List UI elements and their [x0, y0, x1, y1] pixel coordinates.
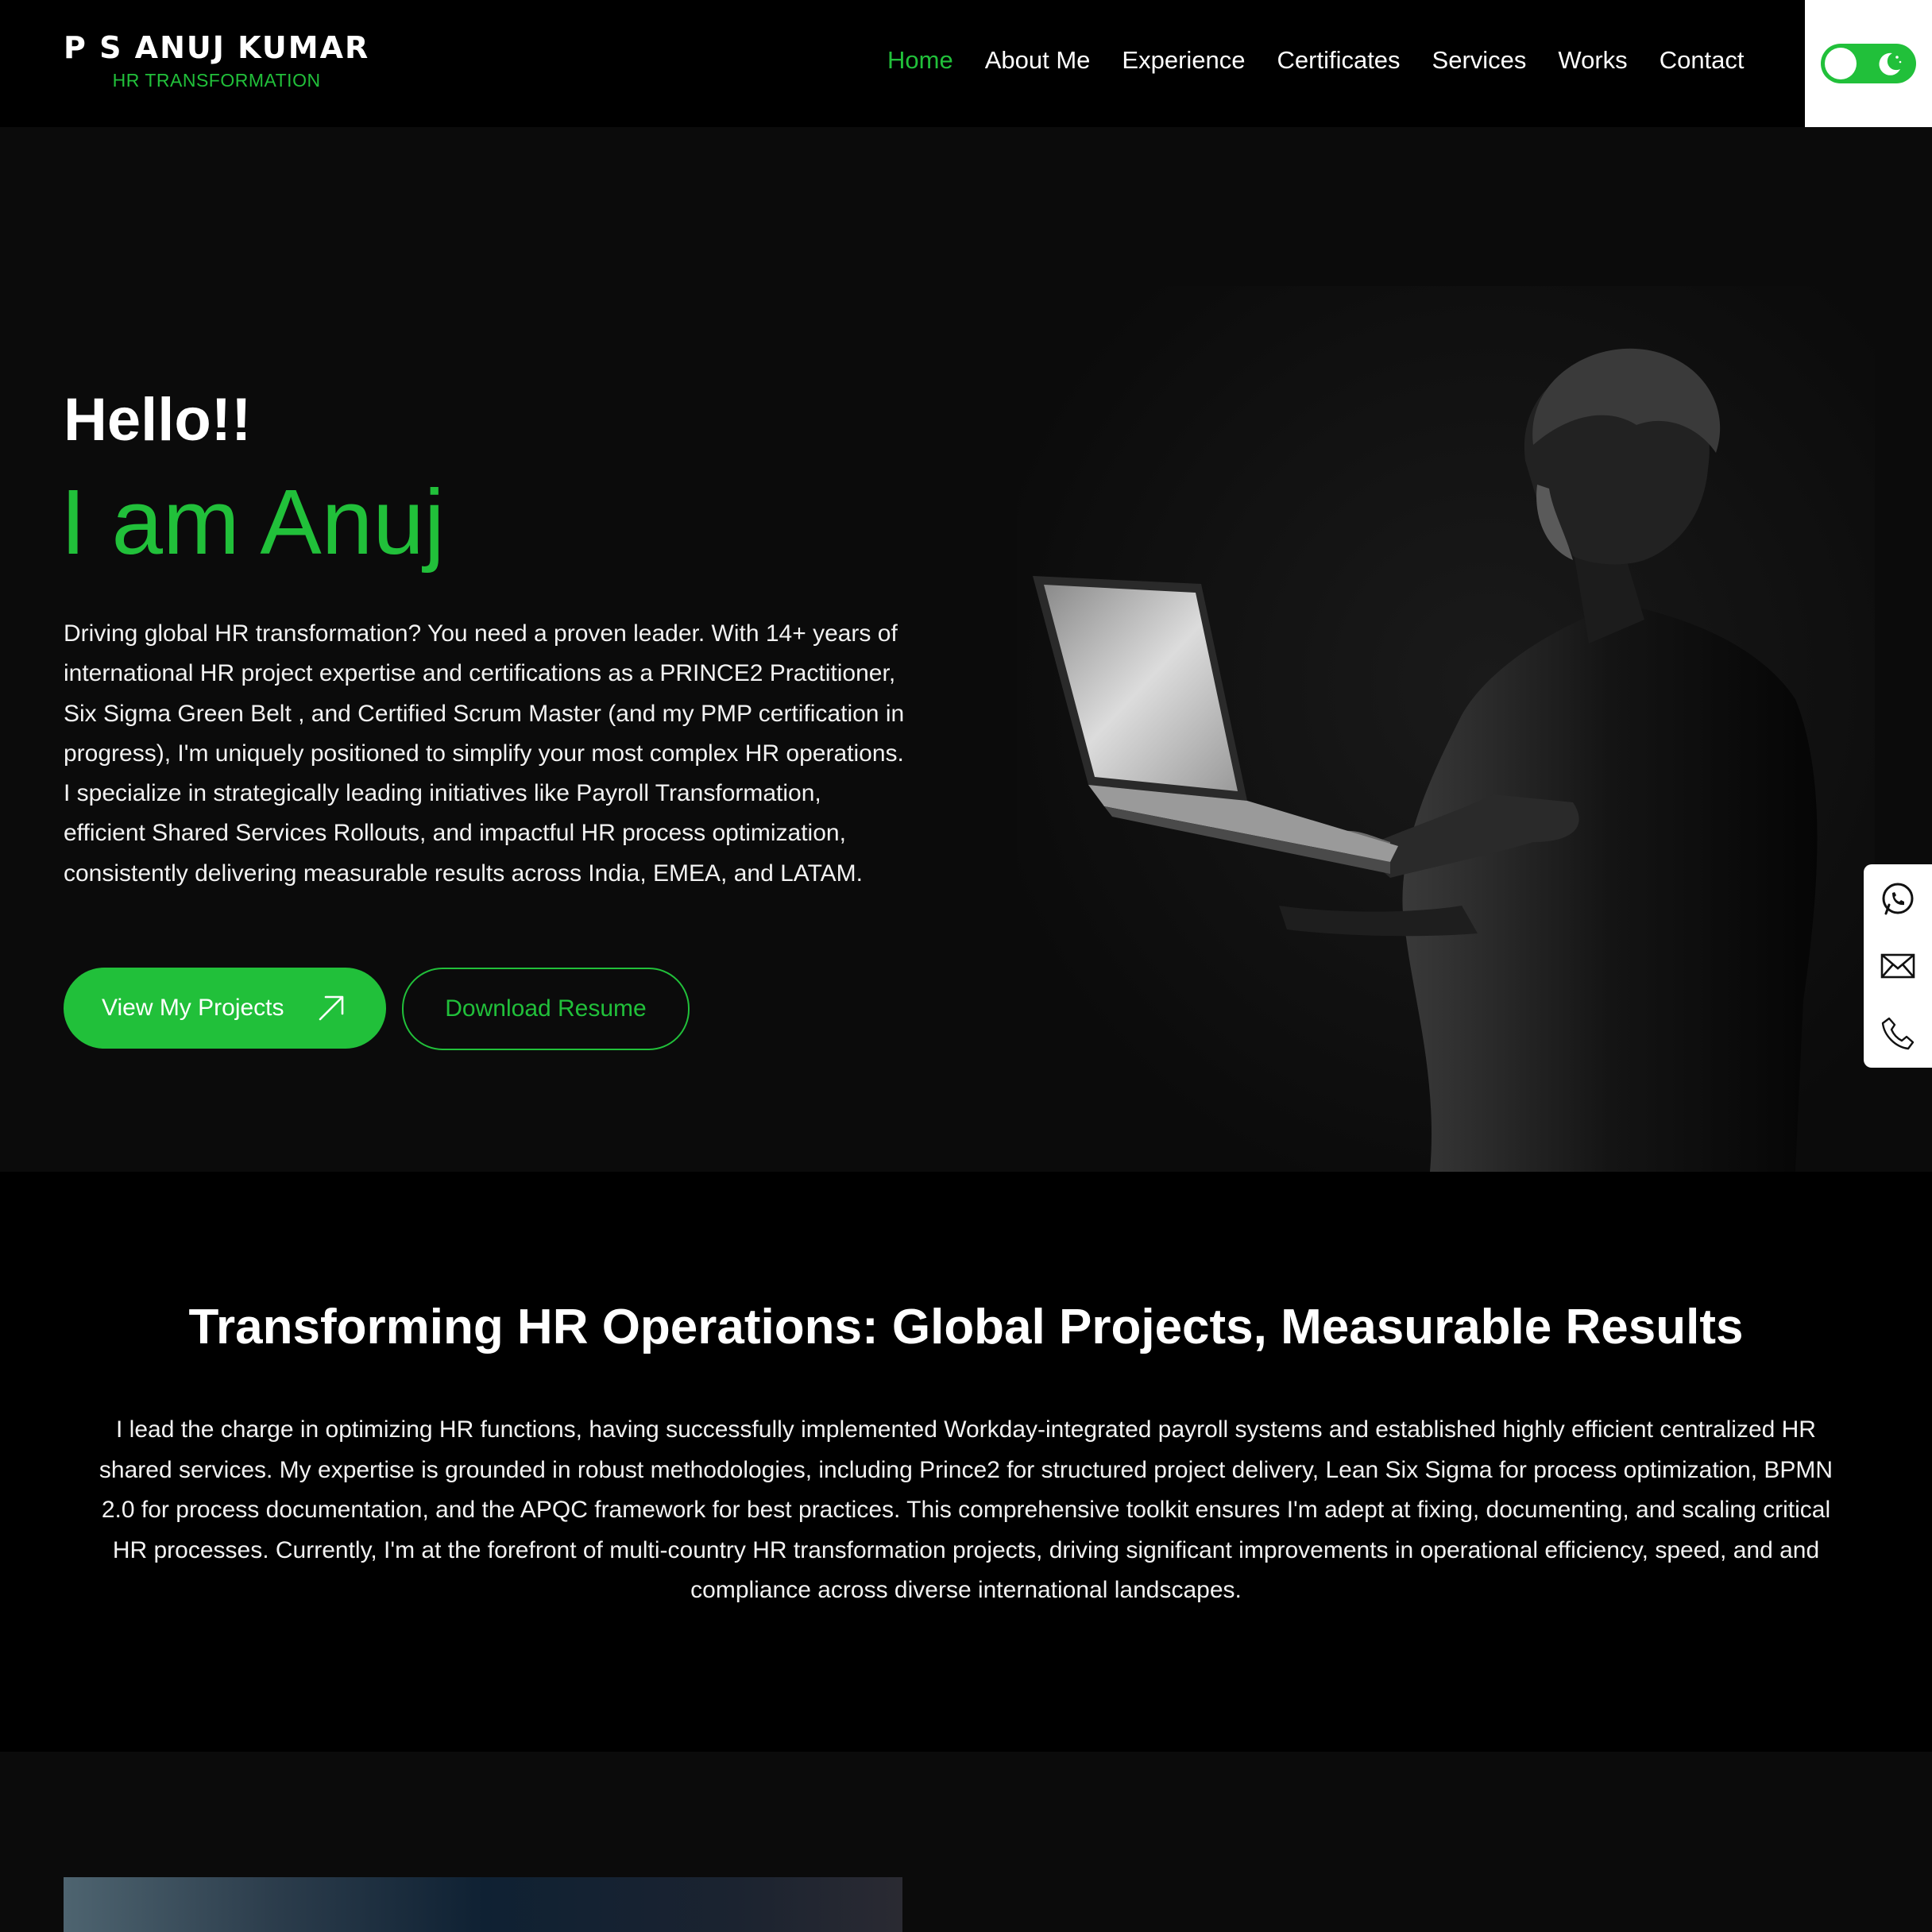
nav-contact[interactable]: Contact [1660, 46, 1745, 75]
transforming-section: Transforming HR Operations: Global Proje… [0, 1172, 1932, 1752]
theme-toggle[interactable] [1821, 44, 1916, 83]
nav-works[interactable]: Works [1558, 46, 1627, 75]
about-image [64, 1877, 902, 1932]
nav-home[interactable]: Home [887, 46, 953, 75]
hero-section: Hello!! I am Anuj Driving global HR tran… [0, 127, 1932, 1172]
download-resume-button[interactable]: Download Resume [402, 968, 690, 1050]
hero-intro: Driving global HR transformation? You ne… [64, 620, 905, 887]
brand-subtitle: HR TRANSFORMATION [112, 70, 321, 91]
section-description: I lead the charge in optimizing HR funct… [99, 1416, 1833, 1603]
main-nav: Home About Me Experience Certificates Se… [887, 46, 1776, 75]
nav-about-me[interactable]: About Me [985, 46, 1091, 75]
contact-sidebar [1864, 864, 1932, 1068]
about-preview-section [0, 1752, 1932, 1932]
nav-certificates[interactable]: Certificates [1277, 46, 1401, 75]
site-header: P S ANUJ KUMAR HR TRANSFORMATION Home Ab… [0, 0, 1932, 127]
nav-experience[interactable]: Experience [1122, 46, 1245, 75]
hero-headline: I am Anuj [60, 470, 445, 574]
brand-logo[interactable]: P S ANUJ KUMAR HR TRANSFORMATION [64, 30, 369, 91]
theme-toggle-container [1805, 0, 1932, 127]
arrow-up-right-icon [319, 995, 344, 1021]
hero-portrait-image [1017, 286, 1875, 1172]
nav-services[interactable]: Services [1432, 46, 1527, 75]
view-projects-button[interactable]: View My Projects [64, 968, 386, 1049]
section-title: Transforming HR Operations: Global Proje… [188, 1300, 1744, 1354]
hero-greeting: Hello!! [64, 386, 252, 454]
brand-name: P S ANUJ KUMAR [64, 30, 370, 65]
mail-icon[interactable] [1880, 948, 1916, 984]
view-projects-label: View My Projects [102, 995, 284, 1021]
phone-icon[interactable] [1880, 1015, 1916, 1052]
toggle-knob [1825, 48, 1857, 79]
whatsapp-icon[interactable] [1880, 880, 1916, 917]
moon-icon [1879, 52, 1902, 75]
